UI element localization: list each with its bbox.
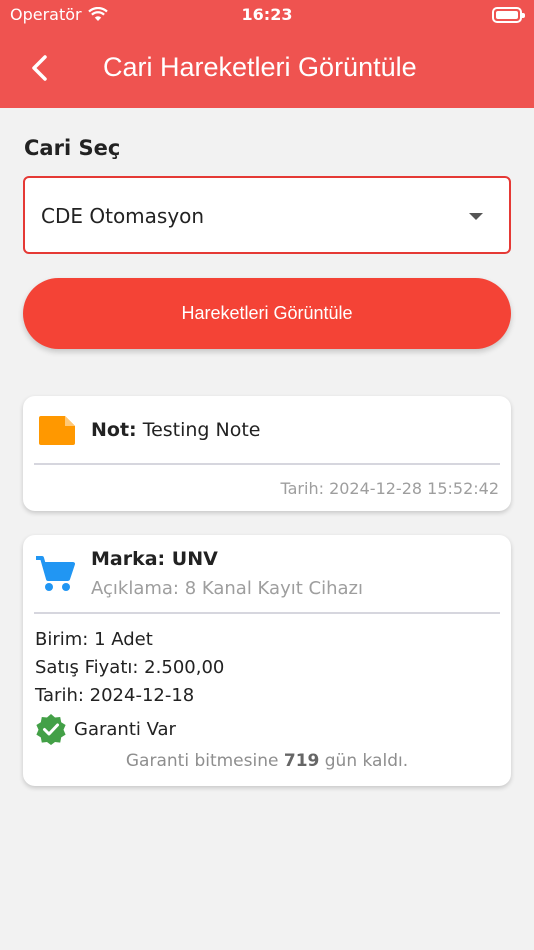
customer-select-value: CDE Otomasyon bbox=[41, 204, 205, 228]
sale-date: Tarih: 2024-12-18 bbox=[35, 685, 195, 706]
app-bar: Operatör 16:23 Cari Hareketleri Görüntül… bbox=[0, 0, 534, 108]
verified-check-icon bbox=[36, 714, 66, 745]
divider bbox=[34, 612, 500, 614]
status-bar: Operatör 16:23 bbox=[0, 0, 534, 30]
remaining-suffix: gün kaldı. bbox=[324, 751, 409, 771]
warranty-label: Garanti Var bbox=[74, 718, 176, 740]
warranty-remaining: Garanti bitmesine 719 gün kaldı. bbox=[23, 751, 511, 771]
description: Açıklama: 8 Kanal Kayıt Cihazı bbox=[91, 578, 363, 599]
unit: Birim: 1 Adet bbox=[35, 629, 153, 650]
warranty-status: Garanti Var bbox=[35, 713, 176, 745]
shopping-cart-icon bbox=[36, 556, 75, 591]
customer-select-label: Cari Seç bbox=[24, 136, 121, 160]
customer-select[interactable]: CDE Otomasyon bbox=[23, 176, 511, 254]
view-movements-button[interactable]: Hareketleri Görüntüle bbox=[23, 278, 511, 349]
note-date: Tarih: 2024-12-28 15:52:42 bbox=[280, 479, 500, 498]
status-time: 16:23 bbox=[241, 5, 293, 24]
sale-price: Satış Fiyatı: 2.500,00 bbox=[35, 657, 225, 678]
note-text: Not: Testing Note bbox=[91, 419, 261, 441]
brand: Marka: UNV bbox=[91, 548, 218, 570]
remaining-days: 719 bbox=[283, 751, 320, 771]
note-icon bbox=[39, 416, 75, 445]
chevron-left-icon bbox=[32, 55, 47, 81]
divider bbox=[34, 463, 500, 465]
note-card: Not: Testing Note Tarih: 2024-12-28 15:5… bbox=[23, 396, 511, 511]
note-content: Testing Note bbox=[142, 419, 261, 441]
note-label: Not: bbox=[91, 419, 137, 441]
battery-icon bbox=[492, 7, 525, 23]
sale-card: Marka: UNV Açıklama: 8 Kanal Kayıt Cihaz… bbox=[23, 535, 511, 786]
dropdown-arrow-icon bbox=[469, 213, 483, 220]
page-title: Cari Hareketleri Görüntüle bbox=[103, 52, 417, 82]
remaining-prefix: Garanti bitmesine bbox=[125, 751, 279, 771]
back-button[interactable] bbox=[22, 50, 58, 86]
